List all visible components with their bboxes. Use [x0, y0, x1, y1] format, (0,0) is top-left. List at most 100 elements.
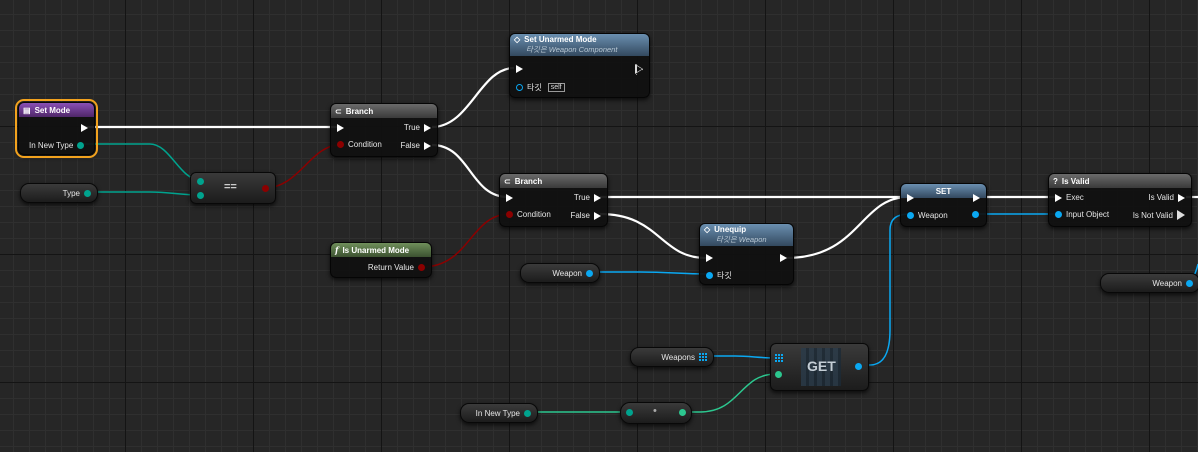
object-in-pin[interactable] [516, 84, 523, 91]
branch-2-condition-label: Condition [517, 210, 551, 219]
unequip-node[interactable]: ◇ Unequip 타깃은 Weapon 타깃 [699, 223, 794, 285]
weapon-var-1-label: Weapon [552, 268, 582, 278]
unequip-target-label: 타깃 [717, 271, 732, 280]
branch-1-condition-label: Condition [348, 140, 382, 149]
branch-1-false-row: False [400, 141, 431, 150]
equals-label: == [224, 181, 237, 193]
exec-out-valid-pin[interactable] [1178, 193, 1185, 202]
exec-in-pin[interactable] [506, 194, 513, 202]
bool-in-pin[interactable] [337, 141, 344, 148]
set-unarmed-title: Set Unarmed Mode [524, 35, 597, 44]
is-valid-node[interactable]: ? Is Valid Exec Input Object Is Valid Is… [1048, 173, 1192, 227]
exec-out-false-pin[interactable] [424, 141, 431, 150]
branch-node-1[interactable]: ⊂ Branch Condition True False [330, 103, 438, 157]
exec-out-pin[interactable] [780, 254, 787, 262]
set-weapon-label: Weapon [918, 211, 948, 220]
exec-wire-branch2-unequip [599, 212, 707, 260]
set-mode-event-node[interactable]: ▤ Set Mode In New Type [15, 99, 98, 158]
set-weapon-node[interactable]: SET Weapon [900, 183, 987, 227]
set-unarmed-mode-node[interactable]: ◇ Set Unarmed Mode 타깃은 Weapon Component … [509, 33, 650, 98]
byte-in-pin[interactable] [775, 371, 782, 378]
enum-in-pin-a[interactable] [197, 178, 204, 185]
set-unarmed-header: ◇ Set Unarmed Mode 타깃은 Weapon Component [510, 34, 649, 56]
question-icon: ? [1053, 176, 1058, 186]
enum-out-pin[interactable] [524, 409, 531, 417]
array-grid-icon[interactable] [775, 354, 783, 362]
exec-out-true-pin[interactable] [594, 193, 601, 202]
byte-wire-reroute-get [682, 373, 777, 413]
exec-in-pin[interactable] [1055, 193, 1062, 202]
branch-1-condition-row: Condition [337, 140, 382, 149]
self-default-box[interactable]: self [547, 83, 565, 92]
branch-1-true-row: True [404, 123, 431, 132]
exec-out-true-pin[interactable] [424, 123, 431, 132]
set-mode-param-row: In New Type [29, 141, 85, 150]
exec-in-pin[interactable] [337, 124, 344, 132]
exec-wire-branch1-branch2 [431, 143, 509, 199]
branch-1-true-label: True [403, 123, 420, 132]
is-valid-exec-row: Exec [1055, 193, 1084, 202]
is-valid-title: Is Valid [1061, 176, 1090, 186]
exec-in-pin[interactable] [706, 254, 713, 262]
enum-wire-type-equals [88, 191, 201, 196]
branch-node-2[interactable]: ⊂ Branch Condition True False [499, 173, 608, 227]
enum-in-pin[interactable] [626, 409, 633, 416]
weapon-variable-node-2[interactable]: Weapon [1100, 273, 1198, 293]
exec-out-false-pin[interactable] [594, 211, 601, 220]
type-variable-label: Type [62, 188, 80, 198]
byte-out-pin[interactable] [679, 409, 686, 416]
object-out-pin[interactable] [1186, 279, 1193, 287]
is-unarmed-mode-node[interactable]: f Is Unarmed Mode Return Value [330, 242, 432, 278]
unequip-target-row: 타깃 [706, 270, 732, 281]
array-grid-icon[interactable] [699, 353, 707, 361]
exec-in-pin[interactable] [907, 194, 914, 202]
bool-wire-isunarmed-branch2 [421, 213, 511, 268]
is-unarmed-header: f Is Unarmed Mode [331, 243, 431, 257]
function-diamond-icon: ◇ [704, 225, 711, 234]
object-in-pin[interactable] [706, 272, 713, 279]
type-variable-node[interactable]: Type [20, 183, 98, 203]
weapons-array-variable-node[interactable]: Weapons [630, 347, 714, 367]
exec-wire-branch1-setunarmed [431, 66, 515, 129]
get-label: GET [807, 358, 836, 374]
bool-out-pin[interactable] [262, 185, 269, 192]
enum-out-pin[interactable] [77, 142, 85, 149]
event-icon: ▤ [23, 105, 31, 115]
is-valid-not-valid-row: Is Not Valid [1133, 210, 1185, 220]
get-array-node[interactable]: GET [770, 343, 869, 391]
object-in-pin[interactable] [1055, 211, 1062, 218]
unequip-target-sub: 타깃은 Weapon [716, 235, 767, 244]
enum-in-pin-b[interactable] [197, 192, 204, 199]
exec-out-not-valid-pin[interactable] [1177, 210, 1185, 220]
bool-in-pin[interactable] [506, 211, 513, 218]
object-in-pin[interactable] [907, 212, 914, 219]
object-out-pin[interactable] [972, 211, 979, 218]
function-diamond-icon: ◇ [514, 35, 521, 44]
set-unarmed-target-label: 타깃 [527, 83, 542, 92]
set-unarmed-target-sub: 타깃은 Weapon Component [526, 45, 618, 54]
weapon-variable-node-1[interactable]: Weapon [520, 263, 600, 283]
branch-1-false-label: False [400, 141, 420, 150]
object-out-pin[interactable] [855, 363, 862, 370]
unequip-header: ◇ Unequip 타깃은 Weapon [700, 224, 793, 246]
branch-2-header: ⊂ Branch [500, 174, 607, 188]
set-mode-title: Set Mode [34, 105, 71, 115]
conversion-dot: • [653, 405, 657, 417]
in-new-type-label: In New Type [475, 408, 520, 418]
set-mode-exec-out[interactable] [81, 124, 88, 132]
equals-node[interactable]: == [190, 172, 276, 204]
in-new-type-variable-node[interactable]: In New Type [460, 403, 538, 423]
is-valid-input-label: Input Object [1066, 210, 1110, 219]
object-out-pin[interactable] [586, 269, 593, 277]
enum-out-pin[interactable] [84, 189, 91, 197]
branch-2-condition-row: Condition [506, 210, 551, 219]
is-valid-not-valid-label: Is Not Valid [1132, 210, 1173, 220]
conversion-node[interactable]: • [620, 402, 692, 424]
exec-out-pin[interactable] [81, 124, 88, 132]
exec-out-pin[interactable] [973, 194, 980, 202]
exec-in-pin[interactable] [516, 65, 523, 73]
is-valid-valid-row: Is Valid [1148, 193, 1185, 202]
bool-out-pin[interactable] [418, 264, 425, 271]
is-valid-header: ? Is Valid [1049, 174, 1191, 188]
function-icon: f [335, 245, 339, 255]
